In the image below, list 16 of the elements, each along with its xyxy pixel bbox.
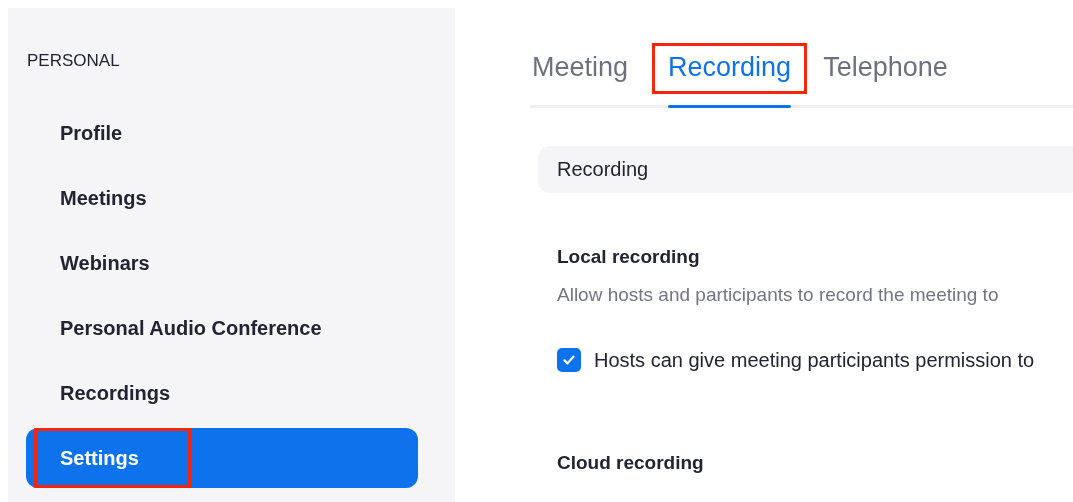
section-header: Recording	[538, 146, 1073, 193]
tab[interactable]: Meeting	[530, 40, 631, 108]
nav-item[interactable]: Profile	[26, 103, 418, 163]
setting-description: Allow hosts and participants to record the meeting to	[557, 284, 1000, 306]
option-label: Hosts can give meeting participants permission to	[594, 348, 1035, 372]
tab[interactable]: Recording	[652, 40, 808, 108]
nav-item[interactable]: Recordings	[26, 363, 418, 423]
setting-title: Local recording	[557, 246, 701, 268]
nav-item[interactable]: Webinars	[26, 233, 418, 293]
section-label: PERSONAL	[26, 51, 121, 71]
nav-item[interactable]: Personal Audio Conference	[26, 298, 418, 358]
checkbox[interactable]	[557, 348, 581, 372]
setting-title: Cloud recording	[557, 452, 705, 474]
nav-item[interactable]: Settings	[26, 428, 418, 488]
tab[interactable]: Telephone	[821, 40, 950, 108]
nav-item[interactable]: Meetings	[26, 168, 418, 228]
